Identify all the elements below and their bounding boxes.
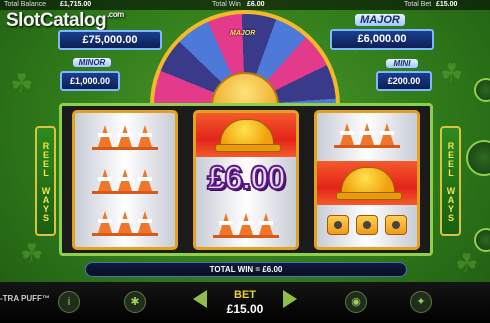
cones-symbol [75, 125, 175, 150]
spin-button[interactable] [466, 140, 490, 176]
cones-symbol [196, 213, 296, 238]
major-jackpot-panel: £6,000.00 [330, 29, 434, 50]
tape-measure-symbol [385, 215, 407, 235]
reel-3 [314, 110, 420, 250]
clover-decoration: ☘ [455, 248, 479, 278]
reel-2: £6.00 [193, 110, 299, 250]
reel-ways-right: REEL WAYS [440, 126, 461, 236]
grand-jackpot-panel: £75,000.00 [58, 30, 162, 50]
clover-decoration: ☘ [440, 58, 464, 88]
autoplay-icon[interactable]: ◉ [345, 291, 367, 313]
cones-symbol [317, 123, 417, 148]
minor-jackpot-value: £1,000.00 [69, 76, 111, 86]
major-jackpot-value: £6,000.00 [357, 33, 407, 45]
minor-jackpot-panel: £1,000.00 [60, 71, 120, 91]
bet-decrease-icon[interactable] [193, 290, 207, 308]
reel-ways-left: REEL WAYS [35, 126, 56, 236]
total-win-value: £6.00 [247, 1, 265, 8]
minor-jackpot-label: MINOR [73, 58, 111, 67]
tape-measure-symbol [356, 215, 378, 235]
turbo-icon[interactable]: ✦ [410, 291, 432, 313]
cones-symbol [75, 169, 175, 194]
reel-1 [72, 110, 178, 250]
clover-decoration: ☘ [20, 238, 44, 268]
major-jackpot-label: MAJOR [355, 14, 405, 26]
grand-jackpot-value: £75,000.00 [82, 34, 138, 46]
cones-symbol [75, 211, 175, 236]
side-menu-button[interactable] [474, 78, 490, 102]
clover-decoration: ☘ [10, 68, 34, 98]
total-bet-label: Total Bet [404, 1, 432, 8]
mini-jackpot-panel: £200.00 [376, 71, 432, 91]
bet-label: BET [234, 289, 256, 301]
settings-icon[interactable]: ✱ [124, 291, 146, 313]
total-win-bar: TOTAL WIN = £6.00 [85, 262, 407, 277]
cash-prize-symbol: £6.00 [206, 158, 287, 197]
info-icon[interactable]: i [58, 291, 80, 313]
balance-label: Total Balance [4, 1, 47, 8]
brand-logo: SlotCatalog.com [6, 10, 124, 31]
balance-value: £1,715.00 [60, 1, 92, 8]
mini-jackpot-label: MINI [386, 59, 418, 68]
mini-jackpot-value: £200.00 [387, 76, 421, 86]
game-name: -TRA PUFF™ [0, 294, 50, 303]
total-win-label: Total Win [212, 1, 241, 8]
tape-measure-symbol [327, 215, 349, 235]
top-info-bar: Total Balance £1,715.00 Total Win £6.00 … [0, 0, 490, 10]
wheel-segment-label: MAJOR [230, 30, 256, 37]
total-bet-value: £15.00 [436, 1, 458, 8]
bet-value: £15.00 [226, 302, 264, 316]
bet-increase-icon[interactable] [283, 290, 297, 308]
